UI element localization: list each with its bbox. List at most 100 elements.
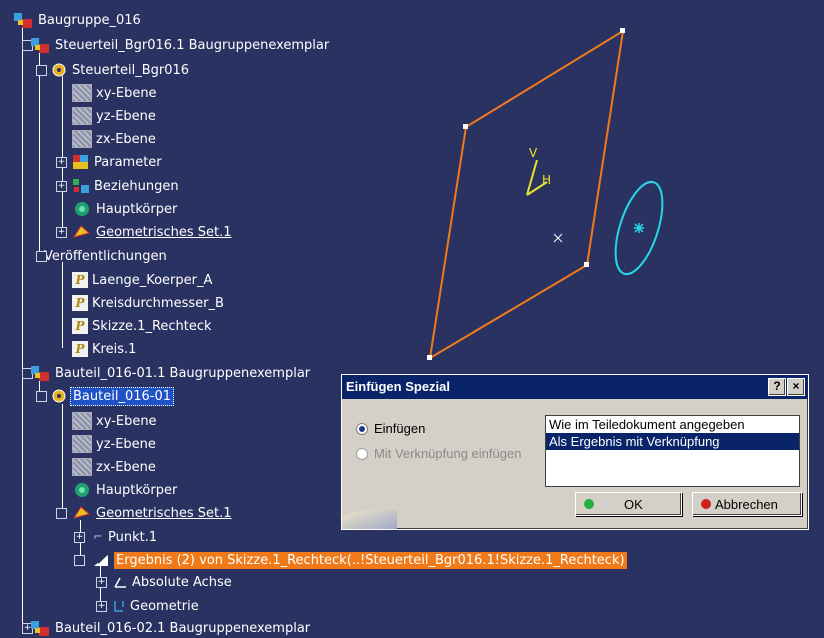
tree-node-label: zx-Ebene bbox=[96, 459, 156, 475]
tree-node-label: yz-Ebene bbox=[96, 436, 156, 452]
tree-node-label: Geometrisches Set.1 bbox=[96, 224, 232, 240]
expand-toggle[interactable]: + bbox=[56, 181, 67, 192]
circle-center-marker bbox=[634, 223, 644, 233]
tree-node-geometrie[interactable]: + Geometrie bbox=[96, 596, 201, 616]
publication-icon: P bbox=[72, 318, 88, 334]
collapse-toggle[interactable] bbox=[56, 508, 67, 519]
plane-icon bbox=[72, 107, 92, 125]
radio-button[interactable] bbox=[356, 447, 368, 460]
ok-button[interactable]: OK bbox=[575, 492, 682, 516]
radio-insert[interactable]: Einfügen bbox=[356, 421, 425, 436]
tree-node-bauteil-01-instance[interactable]: Bauteil_016-01.1 Baugruppenexemplar bbox=[22, 363, 312, 383]
tree-node-bauteil-02-instance[interactable]: + Bauteil_016-02.1 Baugruppenexemplar bbox=[22, 618, 312, 638]
ok-label: OK bbox=[624, 496, 643, 512]
geometrical-set-icon bbox=[72, 225, 91, 238]
tree-node-publication[interactable]: P Skizze.1_Rechteck bbox=[72, 316, 214, 336]
tree-node-publication[interactable]: P Kreisdurchmesser_B bbox=[72, 293, 226, 313]
list-option-selected[interactable]: Als Ergebnis mit Verknüpfung bbox=[546, 433, 799, 450]
tree-node-steuerteil-part[interactable]: Steuerteil_Bgr016 bbox=[36, 60, 191, 80]
tree-node-hauptkoerper[interactable]: Hauptkörper bbox=[72, 480, 179, 500]
tree-node-xy-plane[interactable]: xy-Ebene bbox=[72, 411, 159, 431]
collapse-toggle[interactable] bbox=[74, 555, 85, 566]
tree-node-label: Geometrie bbox=[130, 598, 199, 614]
red-light-icon bbox=[701, 499, 711, 509]
axis-v-label: V bbox=[529, 146, 538, 160]
help-button[interactable]: ? bbox=[768, 378, 786, 396]
tree-node-absolute-achse[interactable]: + Absolute Achse bbox=[96, 572, 234, 592]
tree-node-label: zx-Ebene bbox=[96, 131, 156, 147]
radio-button-checked[interactable] bbox=[356, 422, 368, 435]
tree-node-xy-plane[interactable]: xy-Ebene bbox=[72, 83, 159, 103]
tree-node-geometrisches-set[interactable]: Geometrisches Set.1 bbox=[56, 503, 234, 523]
radio-insert-with-link[interactable]: Mit Verknüpfung einfügen bbox=[356, 446, 521, 461]
tree-node-bauteil-01-part[interactable]: Bauteil_016-01 bbox=[36, 386, 174, 406]
collapse-toggle[interactable] bbox=[36, 65, 47, 76]
radio-insert-label: Einfügen bbox=[374, 421, 426, 436]
tree-node-geometrisches-set[interactable]: + Geometrisches Set.1 bbox=[56, 222, 234, 242]
radio-link-label: Mit Verknüpfung einfügen bbox=[374, 446, 522, 461]
paste-special-dialog: Einfügen Spezial ? × Einfügen Mit Verknü… bbox=[341, 374, 809, 530]
tree-node-label: Bauteil_016-01.1 Baugruppenexemplar bbox=[55, 365, 311, 381]
tree-node-publication[interactable]: P Laenge_Koerper_A bbox=[72, 270, 214, 290]
tree-node-label: Veröffentlichungen bbox=[44, 248, 167, 264]
rectangle-vertex bbox=[584, 262, 589, 267]
axis-h-label: H bbox=[542, 173, 551, 187]
dialog-decoration bbox=[342, 509, 397, 529]
tree-node-label: yz-Ebene bbox=[96, 108, 156, 124]
tree-node-punkt[interactable]: + ⌐ Punkt.1 bbox=[74, 527, 159, 547]
tree-node-yz-plane[interactable]: yz-Ebene bbox=[72, 434, 158, 454]
tree-node-label: Punkt.1 bbox=[108, 529, 158, 545]
tree-connector bbox=[62, 404, 63, 512]
list-option[interactable]: Wie im Teiledokument angegeben bbox=[546, 416, 799, 433]
tree-node-ergebnis[interactable]: Ergebnis (2) von Skizze.1_Rechteck(..!St… bbox=[74, 550, 627, 570]
dialog-titlebar[interactable]: Einfügen Spezial ? × bbox=[342, 375, 808, 399]
assembly-instance-icon bbox=[31, 38, 49, 53]
tree-node-label: Steuerteil_Bgr016.1 Baugruppenexemplar bbox=[55, 37, 330, 53]
tree-node-label: Hauptkörper bbox=[96, 201, 178, 217]
rectangle-vertex bbox=[620, 28, 625, 33]
plane-icon bbox=[72, 435, 92, 453]
cancel-button[interactable]: Abbrechen bbox=[692, 492, 802, 516]
cancel-label: Abbrechen bbox=[715, 496, 778, 512]
expand-toggle[interactable]: + bbox=[56, 227, 67, 238]
tree-root-node[interactable]: Baugruppe_016 bbox=[14, 10, 143, 30]
assembly-instance-icon bbox=[31, 366, 49, 381]
plane-icon bbox=[72, 84, 92, 102]
relations-icon bbox=[73, 179, 89, 193]
tree-node-label: Parameter bbox=[94, 154, 162, 170]
expand-toggle[interactable]: + bbox=[96, 601, 107, 612]
part-gear-icon bbox=[52, 63, 66, 77]
expand-toggle[interactable]: + bbox=[74, 532, 85, 543]
tree-node-zx-plane[interactable]: zx-Ebene bbox=[72, 129, 158, 149]
tree-node-beziehungen[interactable]: + Beziehungen bbox=[56, 176, 181, 196]
tree-node-label-selected: Bauteil_016-01 bbox=[70, 386, 174, 406]
sketch-result-icon bbox=[94, 553, 108, 566]
expand-toggle[interactable]: + bbox=[96, 577, 107, 588]
tree-node-steuerteil-instance[interactable]: Steuerteil_Bgr016.1 Baugruppenexemplar bbox=[22, 35, 331, 55]
publication-icon: P bbox=[72, 295, 88, 311]
tree-node-parameter[interactable]: + Parameter bbox=[56, 152, 164, 172]
collapse-toggle[interactable] bbox=[36, 251, 47, 262]
tree-node-hauptkoerper[interactable]: Hauptkörper bbox=[72, 199, 179, 219]
tree-node-publication[interactable]: P Kreis.1 bbox=[72, 339, 138, 359]
paste-options-listbox[interactable]: Wie im Teiledokument angegeben Als Ergeb… bbox=[545, 415, 800, 487]
tree-node-label-highlighted: Ergebnis (2) von Skizze.1_Rechteck(..!St… bbox=[114, 551, 627, 569]
publication-icon: P bbox=[72, 272, 88, 288]
publication-icon: P bbox=[72, 341, 88, 357]
expand-toggle[interactable]: + bbox=[56, 157, 67, 168]
tree-node-zx-plane[interactable]: zx-Ebene bbox=[72, 457, 158, 477]
collapse-toggle[interactable] bbox=[36, 391, 47, 402]
tree-node-yz-plane[interactable]: yz-Ebene bbox=[72, 106, 158, 126]
tree-node-label: Geometrisches Set.1 bbox=[96, 505, 232, 521]
center-cross-marker bbox=[553, 233, 563, 243]
tree-connector bbox=[22, 26, 23, 626]
point-icon: ⌐ bbox=[93, 530, 103, 543]
tree-node-label: Steuerteil_Bgr016 bbox=[72, 62, 190, 78]
body-icon bbox=[75, 202, 89, 216]
rectangle-vertex bbox=[427, 355, 432, 360]
close-button[interactable]: × bbox=[787, 378, 805, 396]
tree-connector bbox=[62, 76, 63, 234]
plane-icon bbox=[72, 412, 92, 430]
tree-node-veroeffentlichungen[interactable]: Veröffentlichungen bbox=[36, 246, 169, 266]
body-icon bbox=[75, 483, 89, 497]
